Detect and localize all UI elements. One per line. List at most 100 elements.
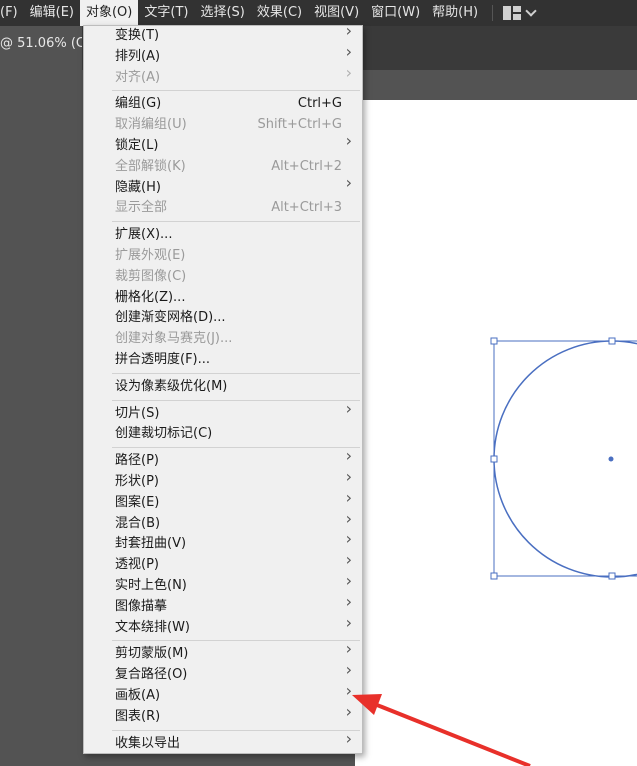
submenu-arrow-icon: › <box>345 21 352 40</box>
menu-item-shortcut: Alt+Ctrl+2 <box>271 158 342 174</box>
menu-item: 取消编组(U) Shift+Ctrl+G <box>84 115 362 135</box>
menubar-separator <box>492 5 494 21</box>
menu-item: 对齐(A) › <box>84 62 362 88</box>
menu-item[interactable]: 栅格化(Z)... <box>84 288 362 308</box>
submenu-arrow-icon: › <box>345 446 352 466</box>
menu-item-label: 隐藏(H) <box>115 179 161 195</box>
submenu-arrow-icon: › <box>345 398 352 418</box>
menubar-item-7[interactable]: 窗口(W) <box>365 0 426 26</box>
menu-item-label: 实时上色(N) <box>115 578 187 593</box>
menu-item-label: 变换(T) <box>115 28 160 43</box>
menu-item-shortcut: Shift+Ctrl+G <box>257 117 342 133</box>
selected-circle[interactable] <box>493 340 637 578</box>
handle-bottom-middle[interactable] <box>608 572 616 580</box>
menu-item: 全部解锁(K) Alt+Ctrl+2 <box>84 157 362 177</box>
menu-item[interactable]: 变换(T) › <box>84 21 362 46</box>
submenu-arrow-icon: › <box>345 728 352 748</box>
submenu-arrow-icon: › <box>345 508 352 528</box>
handle-bottom-left[interactable] <box>490 572 498 580</box>
menu-item-label: 图像描摹 <box>115 598 168 614</box>
submenu-arrow-icon: › <box>345 550 352 570</box>
menu-item[interactable]: 拼合透明度(F)... <box>84 350 362 370</box>
menu-item[interactable]: 复合路径(O) › <box>84 660 362 685</box>
menu-item-label: 图表(R) <box>115 708 161 724</box>
handle-top-left[interactable] <box>490 337 498 345</box>
menu-item[interactable]: 混合(B) › <box>84 508 362 534</box>
menu-item[interactable]: 路径(P) › <box>84 446 362 471</box>
menu-item-label: 排列(A) <box>115 48 161 64</box>
menu-item[interactable]: 文本绕排(W) › <box>84 614 362 638</box>
menu-item-label: 全部解锁(K) <box>115 158 186 174</box>
menubar-item-5[interactable]: 效果(C) <box>251 0 308 26</box>
workspace-switcher[interactable] <box>503 5 537 20</box>
menubar-item-3[interactable]: 文字(T) <box>138 0 194 26</box>
menu-item: 创建对象马赛克(J)... <box>84 329 362 349</box>
menu-item[interactable]: 实时上色(N) › <box>84 573 362 596</box>
menu-item[interactable]: 封套扭曲(V) › <box>84 531 362 554</box>
submenu-arrow-icon: › <box>345 660 352 680</box>
menu-item[interactable]: 收集以导出 › <box>84 728 362 754</box>
submenu-arrow-icon: › <box>345 487 352 507</box>
center-point <box>608 456 614 462</box>
menu-item[interactable]: 画板(A) › <box>84 681 362 706</box>
menu-item-label: 图案(E) <box>115 494 160 510</box>
menu-item[interactable]: 图表(R) › <box>84 701 362 727</box>
menu-item[interactable]: 剪切蒙版(M) › <box>84 639 362 664</box>
submenu-arrow-icon: › <box>345 172 352 192</box>
menu-separator <box>112 372 360 374</box>
menu-item-label: 创建裁切标记(C) <box>115 426 213 442</box>
menubar-item-4[interactable]: 选择(S) <box>194 0 250 26</box>
menu-item-label: 创建渐变网格(D)... <box>115 310 226 326</box>
menu-item[interactable]: 创建裁切标记(C) <box>84 424 362 444</box>
menu-item[interactable]: 图案(E) › <box>84 487 362 513</box>
menu-item[interactable]: 扩展(X)... <box>84 225 362 245</box>
menu-item-label: 拼合透明度(F)... <box>115 352 211 367</box>
menu-item[interactable]: 透视(P) › <box>84 550 362 575</box>
submenu-arrow-icon: › <box>345 591 352 611</box>
menu-item[interactable]: 创建渐变网格(D)... <box>84 308 362 328</box>
handle-top-middle[interactable] <box>608 337 616 345</box>
menu-item[interactable]: 隐藏(H) › <box>84 172 362 198</box>
submenu-arrow-icon: › <box>345 131 352 150</box>
submenu-arrow-icon: › <box>345 681 352 700</box>
submenu-arrow-icon: › <box>345 639 352 659</box>
menu-item[interactable]: 锁定(L) › <box>84 131 362 156</box>
menu-item[interactable]: 形状(P) › <box>84 467 362 492</box>
menu-separator <box>112 447 360 449</box>
menu-item-label: 裁剪图像(C) <box>115 268 187 284</box>
menu-item-label: 封套扭曲(V) <box>115 536 187 552</box>
menu-item-label: 剪切蒙版(M) <box>115 646 189 662</box>
menu-item-label: 形状(P) <box>115 474 159 489</box>
menu-item-label: 编组(G) <box>115 96 162 112</box>
menu-item[interactable]: 排列(A) › <box>84 43 362 67</box>
menu-separator <box>112 640 360 642</box>
handle-middle-left[interactable] <box>490 455 498 463</box>
menu-item[interactable]: 编组(G) Ctrl+G <box>84 94 362 114</box>
menubar-item-0[interactable]: (F) <box>0 0 24 26</box>
menu-item-label: 画板(A) <box>115 688 161 703</box>
submenu-arrow-icon: › <box>345 467 352 486</box>
document-tab-title: @ 51.06% (CM <box>0 36 82 51</box>
submenu-arrow-icon: › <box>345 701 352 721</box>
menu-item[interactable]: 切片(S) › <box>84 398 362 424</box>
submenu-arrow-icon: › <box>345 62 352 82</box>
menu-item-label: 取消编组(U) <box>115 117 187 133</box>
menu-item[interactable]: 设为像素级优化(M) <box>84 377 362 397</box>
menubar-item-6[interactable]: 视图(V) <box>308 0 365 26</box>
menu-item-label: 栅格化(Z)... <box>115 289 186 305</box>
canvas-artwork <box>490 337 637 580</box>
document-tab[interactable]: @ 51.06% (CM <box>0 26 82 62</box>
menu-separator <box>112 729 360 731</box>
menu-item-label: 创建对象马赛克(J)... <box>115 331 233 347</box>
selection-bounding-box[interactable] <box>493 340 637 577</box>
workspace-grid-icon <box>503 6 522 20</box>
menubar-item-8[interactable]: 帮助(H) <box>426 0 484 26</box>
menu-item-label: 混合(B) <box>115 515 161 531</box>
menubar-item-2[interactable]: 对象(O) <box>79 0 139 26</box>
menubar-item-1[interactable]: 编辑(E) <box>24 0 80 26</box>
menu-item[interactable]: 图像描摹 › <box>84 591 362 617</box>
menu-bar: (F) 编辑(E) 对象(O) 文字(T) 选择(S) 效果(C) 视图(V) 窗口(W) 帮助… <box>0 0 637 26</box>
menu-item-label: 切片(S) <box>115 405 160 421</box>
menu-item-label: 复合路径(O) <box>115 667 188 683</box>
menu-item-label: 扩展(X)... <box>115 227 173 243</box>
